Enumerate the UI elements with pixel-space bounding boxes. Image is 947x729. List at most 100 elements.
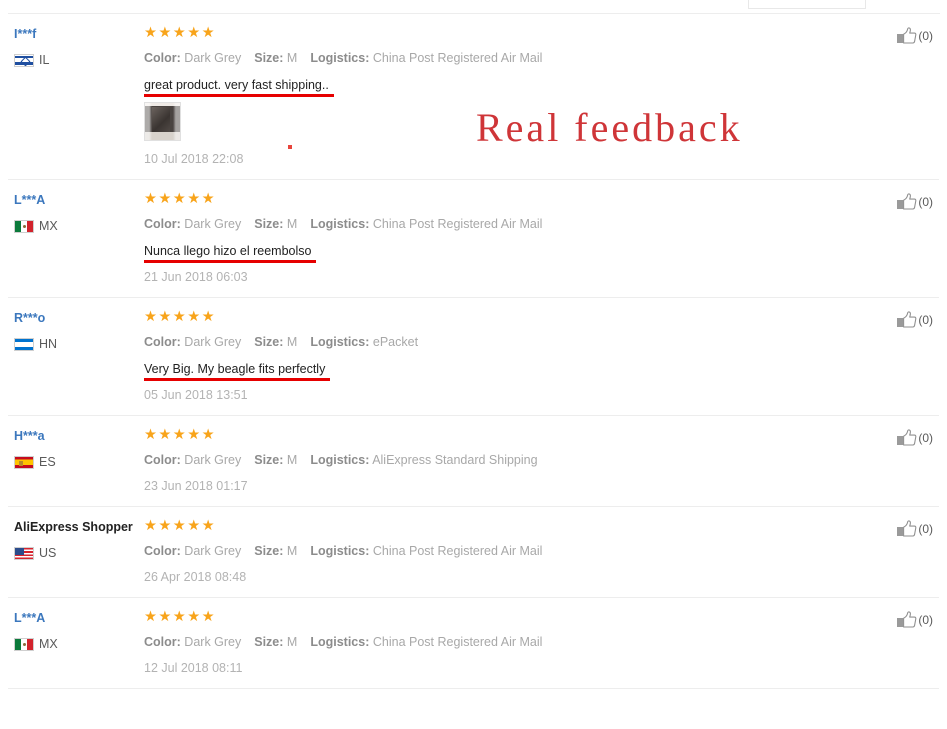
review-helpful-block[interactable]: (0) xyxy=(897,311,933,329)
review-author-name[interactable]: I***f xyxy=(14,27,134,42)
thumbs-up-icon[interactable] xyxy=(897,27,917,45)
size-value: M xyxy=(286,217,298,231)
country-code-label: US xyxy=(39,546,57,560)
thumbs-up-icon[interactable] xyxy=(897,611,917,629)
color-value: Dark Grey xyxy=(184,217,242,231)
review-helpful-block[interactable]: (0) xyxy=(897,193,933,211)
review-attributes: Color: Dark Grey Size: M Logistics: ePacke… xyxy=(144,334,849,350)
review-author-block: L***A MX xyxy=(14,611,134,651)
size-label: Size: xyxy=(254,544,284,558)
review-body: ★★★★★ Color: Dark Grey Size: M Logistics: e… xyxy=(144,298,939,415)
review-date: 05 Jun 2018 13:51 xyxy=(144,388,248,402)
annotation-underline xyxy=(144,94,334,97)
color-label: Color: xyxy=(144,544,181,558)
size-value: M xyxy=(286,453,298,467)
star-rating-icon: ★★★★★ xyxy=(144,25,216,41)
review-author-block: I***f IL xyxy=(14,27,134,67)
size-label: Size: xyxy=(254,51,284,65)
color-value: Dark Grey xyxy=(184,51,242,65)
review-body: ★★★★★ Color: Dark Grey Size: M Logistics: C… xyxy=(144,180,939,297)
logistics-value: China Post Registered Air Mail xyxy=(372,217,543,231)
thumbs-up-icon[interactable] xyxy=(897,311,917,329)
review-helpful-block[interactable]: (0) xyxy=(897,27,933,45)
review-list: I***f IL ★★★★★ Color: Dark Grey Size: M Logis… xyxy=(0,14,947,689)
logistics-label: Logistics: xyxy=(310,453,370,467)
size-label: Size: xyxy=(254,453,284,467)
review-row: R***o HN ★★★★★ Color: Dark Grey Size: M Logis… xyxy=(8,298,939,416)
review-date: 26 Apr 2018 08:48 xyxy=(144,570,247,584)
size-value: M xyxy=(286,544,298,558)
size-label: Size: xyxy=(254,335,284,349)
color-label: Color: xyxy=(144,217,181,231)
review-helpful-block[interactable]: (0) xyxy=(897,611,933,629)
helpful-count: (0) xyxy=(918,29,933,43)
helpful-count: (0) xyxy=(918,522,933,536)
review-body: ★★★★★ Color: Dark Grey Size: M Logistics: A… xyxy=(144,416,939,506)
country-flag-icon xyxy=(14,219,34,233)
review-helpful-block[interactable]: (0) xyxy=(897,520,933,538)
country-flag-icon xyxy=(14,337,34,351)
review-row: H***a ES ★★★★★ Color: Dark Grey Size: M Logis… xyxy=(8,416,939,507)
review-row: I***f IL ★★★★★ Color: Dark Grey Size: M Logis… xyxy=(8,14,939,180)
review-author-block: H***a ES xyxy=(14,429,134,469)
review-author-block: AliExpress Shopper US xyxy=(14,520,134,560)
review-author-name[interactable]: R***o xyxy=(14,311,134,326)
country-flag-icon xyxy=(14,546,34,560)
color-label: Color: xyxy=(144,453,181,467)
annotation-real-feedback: Real feedback xyxy=(476,105,743,150)
thumbs-up-icon[interactable] xyxy=(897,429,917,447)
cutoff-toolbar-strip xyxy=(0,0,947,13)
color-label: Color: xyxy=(144,335,181,349)
star-rating-icon: ★★★★★ xyxy=(144,609,216,625)
country-code-label: MX xyxy=(39,637,58,651)
logistics-value: AliExpress Standard Shipping xyxy=(372,453,538,467)
star-rating-icon: ★★★★★ xyxy=(144,427,216,443)
thumbs-up-icon[interactable] xyxy=(897,520,917,538)
logistics-label: Logistics: xyxy=(310,635,370,649)
review-author-name[interactable]: L***A xyxy=(14,611,134,626)
review-body: ★★★★★ Color: Dark Grey Size: M Logistics: C… xyxy=(144,14,939,179)
review-attributes: Color: Dark Grey Size: M Logistics: China … xyxy=(144,634,849,650)
helpful-count: (0) xyxy=(918,313,933,327)
size-label: Size: xyxy=(254,635,284,649)
country-code-label: HN xyxy=(39,337,58,351)
review-date: 21 Jun 2018 06:03 xyxy=(144,270,248,284)
review-author-name[interactable]: H***a xyxy=(14,429,134,444)
review-row: L***A MX ★★★★★ Color: Dark Grey Size: M Logis… xyxy=(8,180,939,298)
annotation-underline xyxy=(144,378,331,381)
country-flag-icon xyxy=(14,637,34,651)
color-label: Color: xyxy=(144,635,181,649)
star-rating-icon: ★★★★★ xyxy=(144,518,216,534)
size-value: M xyxy=(286,51,298,65)
color-value: Dark Grey xyxy=(184,335,242,349)
helpful-count: (0) xyxy=(918,431,933,445)
size-value: M xyxy=(286,635,298,649)
review-attributes: Color: Dark Grey Size: M Logistics: China … xyxy=(144,216,849,232)
review-author-country: MX xyxy=(14,637,134,651)
helpful-count: (0) xyxy=(918,613,933,627)
review-photo-thumbnail[interactable] xyxy=(144,102,181,141)
review-author-name[interactable]: L***A xyxy=(14,193,134,208)
review-author-name: AliExpress Shopper xyxy=(14,520,133,534)
search-input[interactable] xyxy=(748,0,866,9)
thumbs-up-icon[interactable] xyxy=(897,193,917,211)
logistics-label: Logistics: xyxy=(310,335,370,349)
logistics-value: ePacket xyxy=(372,335,419,349)
review-author-block: L***A MX xyxy=(14,193,134,233)
review-row: AliExpress Shopper US ★★★★★ Color: Dark Gre… xyxy=(8,507,939,598)
color-label: Color: xyxy=(144,51,181,65)
review-comment-wrap: Very Big. My beagle fits perfectly xyxy=(144,360,849,381)
review-author-country: MX xyxy=(14,219,134,233)
country-code-label: ES xyxy=(39,455,56,469)
logistics-label: Logistics: xyxy=(310,544,370,558)
review-author-country: HN xyxy=(14,337,134,351)
review-author-block: R***o HN xyxy=(14,311,134,351)
review-helpful-block[interactable]: (0) xyxy=(897,429,933,447)
review-comment-wrap: Nunca llego hizo el reembolso xyxy=(144,242,849,263)
size-label: Size: xyxy=(254,217,284,231)
review-comment: Very Big. My beagle fits perfectly xyxy=(144,362,331,381)
review-author-country: US xyxy=(14,546,134,560)
review-body: ★★★★★ Color: Dark Grey Size: M Logistics: C… xyxy=(144,598,939,688)
logistics-label: Logistics: xyxy=(310,51,370,65)
helpful-count: (0) xyxy=(918,195,933,209)
